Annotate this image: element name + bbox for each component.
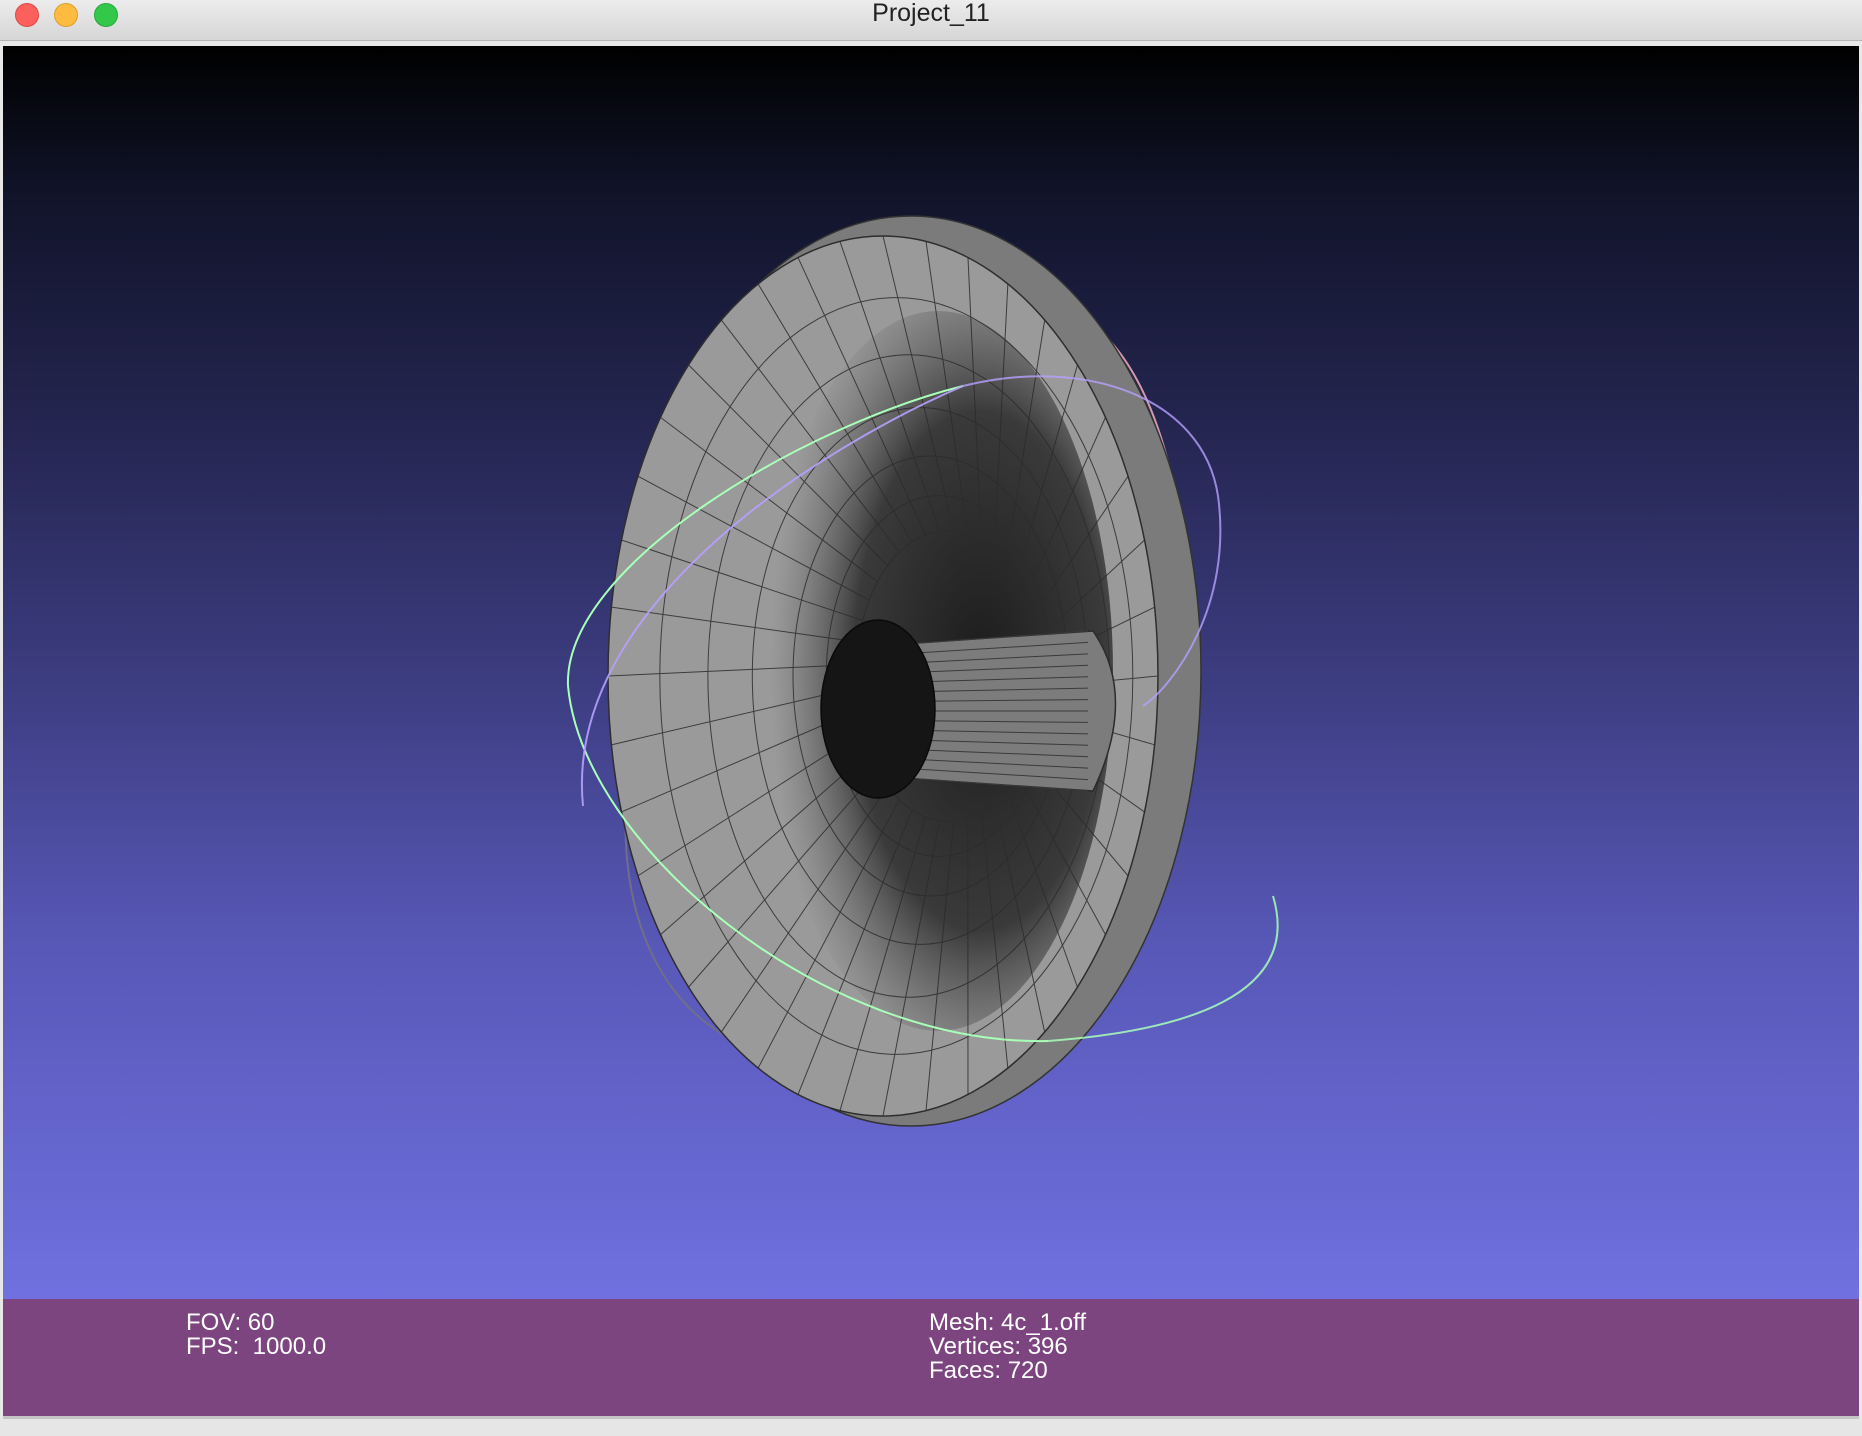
horn-mesh: [607, 215, 1202, 1127]
vertex-count-readout: Vertices: 396: [929, 1333, 1068, 1360]
status-overlay: FOV: 60 FPS: 1000.0 Mesh: 4c_1.off Verti…: [3, 1299, 1859, 1419]
window-bottom-edge: [0, 1419, 1862, 1436]
window-title: Project_11: [872, 0, 990, 27]
3d-viewport[interactable]: [3, 46, 1859, 1299]
mesh-render[interactable]: [3, 46, 1859, 1299]
app-window: Project_11 FOV: 60 FPS: 1000.0 Mesh: 4c_…: [0, 0, 1862, 1436]
face-count-readout: Faces: 720: [929, 1357, 1048, 1384]
title-bar[interactable]: Project_11: [0, 0, 1862, 41]
horn-neck-opening: [820, 619, 936, 799]
fov-readout: FOV: 60: [186, 1309, 275, 1336]
fps-readout: FPS: 1000.0: [186, 1333, 327, 1360]
mesh-name-readout: Mesh: 4c_1.off: [929, 1309, 1086, 1336]
